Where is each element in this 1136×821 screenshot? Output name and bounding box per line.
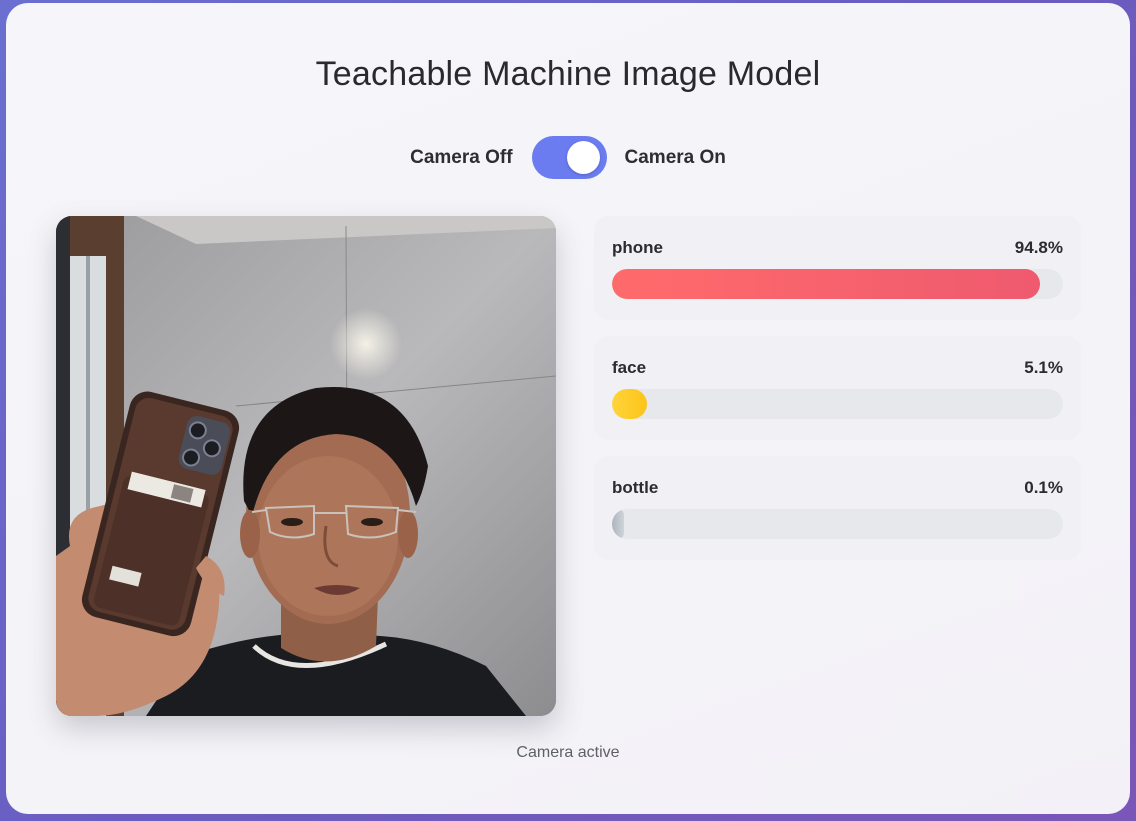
prediction-row-face: face 5.1%: [594, 336, 1081, 440]
prediction-label: phone: [612, 238, 663, 257]
prediction-bar-track: [612, 509, 1063, 539]
prediction-bar-track: [612, 269, 1063, 299]
prediction-percent: 0.1%: [1024, 478, 1063, 497]
toggle-knob: [566, 141, 600, 174]
prediction-row-phone: phone 94.8%: [594, 216, 1081, 320]
prediction-percent: 5.1%: [1024, 358, 1063, 377]
prediction-label: bottle: [612, 478, 659, 497]
camera-toggle-switch[interactable]: [531, 136, 607, 179]
prediction-bar-fill: [612, 269, 1040, 299]
camera-on-label: Camera On: [624, 146, 726, 168]
prediction-bar-fill: [612, 389, 647, 419]
prediction-bar-track: [612, 389, 1063, 419]
prediction-label: face: [612, 358, 647, 377]
prediction-bar-fill: [612, 509, 624, 539]
webcam-feed: [56, 216, 556, 716]
predictions-panel: phone 94.8% face 5.1% bottle 0.1%: [594, 216, 1081, 576]
camera-status-text: Camera active: [516, 744, 620, 761]
camera-off-label: Camera Off: [410, 146, 513, 168]
prediction-row-bottle: bottle 0.1%: [594, 456, 1081, 560]
prediction-percent: 94.8%: [1014, 238, 1063, 257]
main-card: Teachable Machine Image Model Camera Off…: [6, 3, 1130, 814]
page-title: Teachable Machine Image Model: [315, 55, 821, 93]
camera-toggle-row: Camera Off Camera On: [6, 136, 1130, 179]
